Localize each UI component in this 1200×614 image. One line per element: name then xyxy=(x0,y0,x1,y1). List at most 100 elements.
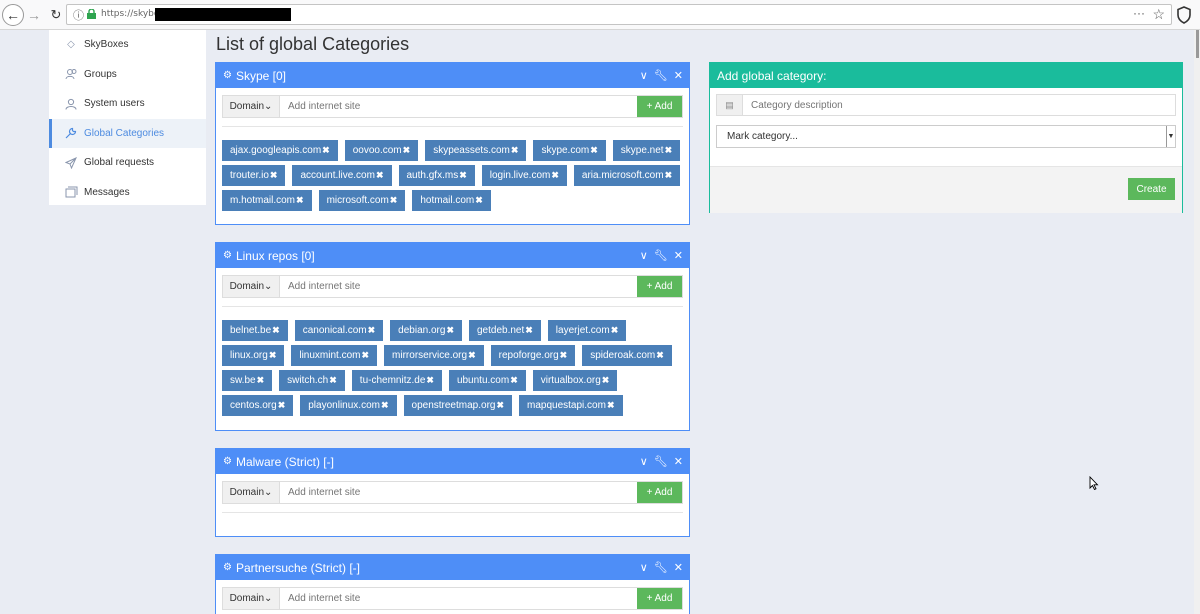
sidebar-item-skyboxes[interactable]: ◇ SkyBoxes xyxy=(49,30,206,60)
domain-dropdown[interactable]: Domain ⌄ xyxy=(223,588,280,609)
sidebar-item-global-categories[interactable]: Global Categories xyxy=(49,118,206,148)
remove-tag-icon[interactable]: ✖ xyxy=(665,145,673,156)
mouse-cursor-icon xyxy=(1089,476,1099,490)
add-button[interactable]: + Add xyxy=(637,96,682,117)
sidebar-item-system-users[interactable]: System users xyxy=(49,89,206,119)
category-description-input[interactable] xyxy=(743,95,1175,115)
add-button[interactable]: + Add xyxy=(637,482,682,503)
cogs-icon: ⚙ xyxy=(223,70,232,81)
remove-tag-icon[interactable]: ✖ xyxy=(269,350,277,361)
domain-tag: switch.ch ✖ xyxy=(279,370,345,391)
close-icon[interactable]: ✕ xyxy=(674,455,683,468)
cogs-icon: ⚙ xyxy=(223,562,232,573)
add-site-input[interactable] xyxy=(280,276,637,297)
remove-tag-icon[interactable]: ✖ xyxy=(446,325,454,336)
add-category-footer: Create xyxy=(710,166,1182,213)
scrollbar-thumb[interactable] xyxy=(1196,30,1199,58)
back-button[interactable]: ← xyxy=(2,4,24,26)
reload-button[interactable]: ↻ xyxy=(46,5,66,25)
remove-tag-icon[interactable]: ✖ xyxy=(525,325,533,336)
add-site-row: Domain⌄ + Add xyxy=(222,481,683,504)
domain-tag-label: microsoft.com xyxy=(326,195,389,206)
remove-tag-icon[interactable]: ✖ xyxy=(607,400,615,411)
domain-tag: debian.org ✖ xyxy=(390,320,462,341)
sidebar-item-messages[interactable]: Messages xyxy=(49,178,206,208)
wrench-icon[interactable]: 🔧︎ xyxy=(654,455,668,468)
remove-tag-icon[interactable]: ✖ xyxy=(390,195,398,206)
remove-tag-icon[interactable]: ✖ xyxy=(368,325,376,336)
wrench-icon[interactable]: 🔧︎ xyxy=(654,561,668,574)
collapse-chevron-icon[interactable]: ∨ xyxy=(640,69,648,82)
remove-tag-icon[interactable]: ✖ xyxy=(296,195,304,206)
domain-tag: auth.gfx.ms ✖ xyxy=(398,165,475,186)
remove-tag-icon[interactable]: ✖ xyxy=(322,145,330,156)
domain-tag-label: mirrorservice.org xyxy=(392,350,468,361)
collapse-chevron-icon[interactable]: ∨ xyxy=(640,455,648,468)
collapse-chevron-icon[interactable]: ∨ xyxy=(640,249,648,262)
shield-icon[interactable] xyxy=(1176,6,1192,24)
remove-tag-icon[interactable]: ✖ xyxy=(560,350,568,361)
remove-tag-icon[interactable]: ✖ xyxy=(426,375,434,386)
wrench-icon[interactable]: 🔧︎ xyxy=(654,69,668,82)
add-site-input[interactable] xyxy=(280,482,637,503)
wrench-icon[interactable]: 🔧︎ xyxy=(654,249,668,262)
create-button[interactable]: Create xyxy=(1128,178,1175,200)
add-global-category-panel: Add global category: ▤ Mark category... … xyxy=(709,62,1183,213)
sidebar-item-label: SkyBoxes xyxy=(84,39,129,51)
remove-tag-icon[interactable]: ✖ xyxy=(459,170,467,181)
remove-tag-icon[interactable]: ✖ xyxy=(551,170,559,181)
add-category-title: Add global category: xyxy=(710,63,1182,88)
scrollbar[interactable] xyxy=(1194,30,1200,614)
remove-tag-icon[interactable]: ✖ xyxy=(602,375,610,386)
category-panel-skype: ⚙ Skype [0] ∨ 🔧︎ ✕ Domain⌄ + Add ajax.go… xyxy=(215,62,690,225)
panel-title: Linux repos [0] xyxy=(235,248,315,263)
close-icon[interactable]: ✕ xyxy=(674,69,683,82)
add-site-input[interactable] xyxy=(280,588,637,609)
sidebar-item-global-requests[interactable]: Global requests xyxy=(49,148,206,178)
more-icon[interactable]: ··· xyxy=(1133,6,1145,20)
url-bar[interactable]: ⓘ https://skybo ··· ☆ xyxy=(66,4,1172,25)
add-button[interactable]: + Add xyxy=(637,588,682,609)
domain-dropdown[interactable]: Domain ⌄ xyxy=(223,482,280,503)
remove-tag-icon[interactable]: ✖ xyxy=(403,145,411,156)
remove-tag-icon[interactable]: ✖ xyxy=(376,170,384,181)
collapse-chevron-icon[interactable]: ∨ xyxy=(640,561,648,574)
domain-tag: oovoo.com ✖ xyxy=(344,140,419,161)
mark-category-select[interactable]: Mark category... ▼ xyxy=(716,125,1176,148)
remove-tag-icon[interactable]: ✖ xyxy=(590,145,598,156)
remove-tag-icon[interactable]: ✖ xyxy=(665,170,673,181)
remove-tag-icon[interactable]: ✖ xyxy=(656,350,664,361)
remove-tag-icon[interactable]: ✖ xyxy=(362,350,370,361)
close-icon[interactable]: ✕ xyxy=(674,561,683,574)
remove-tag-icon[interactable]: ✖ xyxy=(511,145,519,156)
domain-tag-label: linuxmint.com xyxy=(299,350,361,361)
send-icon xyxy=(64,156,78,169)
sidebar-item-groups[interactable]: Groups xyxy=(49,60,206,90)
domain-tag: virtualbox.org ✖ xyxy=(532,370,618,391)
remove-tag-icon[interactable]: ✖ xyxy=(468,350,476,361)
domain-dropdown[interactable]: Domain ⌄ xyxy=(223,276,280,297)
url-text: https://skybo xyxy=(101,9,160,19)
remove-tag-icon[interactable]: ✖ xyxy=(496,400,504,411)
add-site-row: Domain⌄ + Add xyxy=(222,95,683,118)
remove-tag-icon[interactable]: ✖ xyxy=(278,400,286,411)
domain-tag: trouter.io ✖ xyxy=(222,165,286,186)
domain-dropdown[interactable]: Domain ⌄ xyxy=(223,96,280,117)
remove-tag-icon[interactable]: ✖ xyxy=(475,195,483,206)
remove-tag-icon[interactable]: ✖ xyxy=(257,375,265,386)
remove-tag-icon[interactable]: ✖ xyxy=(381,400,389,411)
remove-tag-icon[interactable]: ✖ xyxy=(270,170,278,181)
domain-tag-label: virtualbox.org xyxy=(540,375,601,386)
remove-tag-icon[interactable]: ✖ xyxy=(272,325,280,336)
remove-tag-icon[interactable]: ✖ xyxy=(611,325,619,336)
add-button[interactable]: + Add xyxy=(637,276,682,297)
remove-tag-icon[interactable]: ✖ xyxy=(510,375,518,386)
forward-button[interactable]: → xyxy=(24,5,44,25)
domain-tag: login.live.com ✖ xyxy=(481,165,567,186)
close-icon[interactable]: ✕ xyxy=(674,249,683,262)
remove-tag-icon[interactable]: ✖ xyxy=(329,375,337,386)
info-icon[interactable]: ⓘ xyxy=(73,7,84,23)
add-site-input[interactable] xyxy=(280,96,637,117)
bookmark-star-icon[interactable]: ☆ xyxy=(1152,6,1165,23)
category-panel-partnersuche: ⚙ Partnersuche (Strict) [-] ∨ 🔧︎ ✕ Domai… xyxy=(215,554,690,614)
